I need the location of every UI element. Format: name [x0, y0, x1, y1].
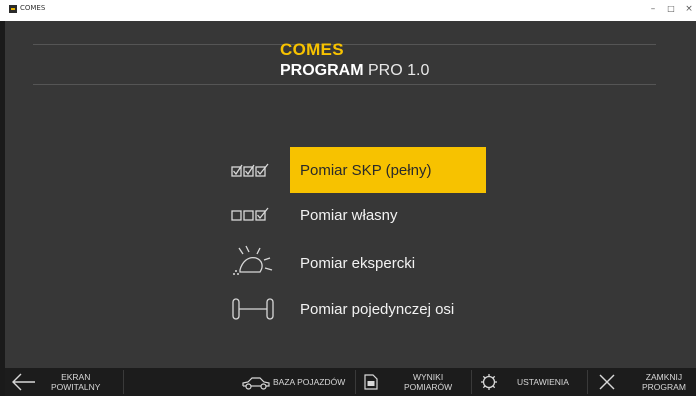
settings-button[interactable]: USTAWIENIA	[472, 368, 587, 396]
header-divider-bottom	[33, 84, 656, 85]
axle-icon	[232, 298, 274, 320]
checkboxes-one-checked-icon	[231, 207, 269, 221]
menu-item-label: Pomiar pojedynczej osi	[300, 300, 455, 318]
close-program-button[interactable]: ZAMKNIJ PROGRAM	[588, 368, 696, 396]
menu-item-skp-full[interactable]: Pomiar SKP (pełny)	[290, 147, 486, 193]
maximize-button[interactable]: □	[664, 3, 678, 15]
vehicle-database-button[interactable]: BAZA POJAZDÓW	[235, 368, 355, 396]
program-version: PRO 1.0	[363, 62, 430, 79]
menu-item-label: Pomiar własny	[300, 206, 398, 224]
bottom-toolbar: EKRAN POWITALNY BAZA POJAZDÓW WYNIKI POM…	[5, 368, 696, 396]
minimize-button[interactable]: –	[646, 3, 660, 15]
menu-item-single-axle[interactable]: Pomiar pojedynczej osi	[290, 286, 520, 332]
gear-icon	[481, 374, 497, 390]
program-title-bold: PROGRAM	[280, 62, 364, 79]
welcome-screen-label-line2: POWITALNY	[51, 382, 101, 392]
window-title: COMES	[20, 4, 46, 12]
measurement-results-label-line1: WYNIKI	[412, 372, 444, 382]
welcome-screen-button[interactable]: EKRAN POWITALNY	[5, 368, 123, 396]
close-program-label-line2: PROGRAM	[642, 382, 686, 392]
welcome-screen-label-line1: EKRAN	[61, 372, 91, 382]
window-titlebar: COMES – □ ×	[0, 0, 696, 21]
close-program-label: ZAMKNIJ PROGRAM	[642, 372, 686, 392]
close-icon	[599, 374, 615, 390]
document-icon	[364, 374, 378, 390]
arrow-left-icon	[12, 373, 35, 391]
settings-label: USTAWIENIA	[517, 377, 569, 387]
menu-item-label: Pomiar ekspercki	[300, 254, 416, 272]
close-window-button[interactable]: ×	[682, 3, 696, 15]
menu-item-expert[interactable]: Pomiar ekspercki	[290, 240, 486, 286]
measurement-results-label-line2: POMIARÓW	[404, 382, 453, 392]
app-icon	[9, 5, 17, 13]
menu-item-label: Pomiar SKP (pełny)	[300, 161, 432, 179]
measurement-results-button[interactable]: WYNIKI POMIARÓW	[356, 368, 471, 396]
brand-name: COMES	[280, 40, 344, 59]
headlight-beam-icon	[233, 245, 273, 275]
measurement-results-label: WYNIKI POMIARÓW	[404, 372, 452, 392]
menu-item-custom[interactable]: Pomiar własny	[290, 192, 486, 238]
toolbar-separator	[123, 370, 124, 394]
car-icon	[242, 377, 270, 390]
program-title: PROGRAM PRO 1.0	[280, 62, 429, 80]
welcome-screen-label: EKRAN POWITALNY	[51, 372, 100, 392]
vehicle-database-label: BAZA POJAZDÓW	[273, 377, 346, 387]
close-program-label-line1: ZAMKNIJ	[645, 372, 683, 382]
header-divider-top	[33, 44, 656, 45]
three-checkboxes-checked-icon	[231, 163, 269, 177]
